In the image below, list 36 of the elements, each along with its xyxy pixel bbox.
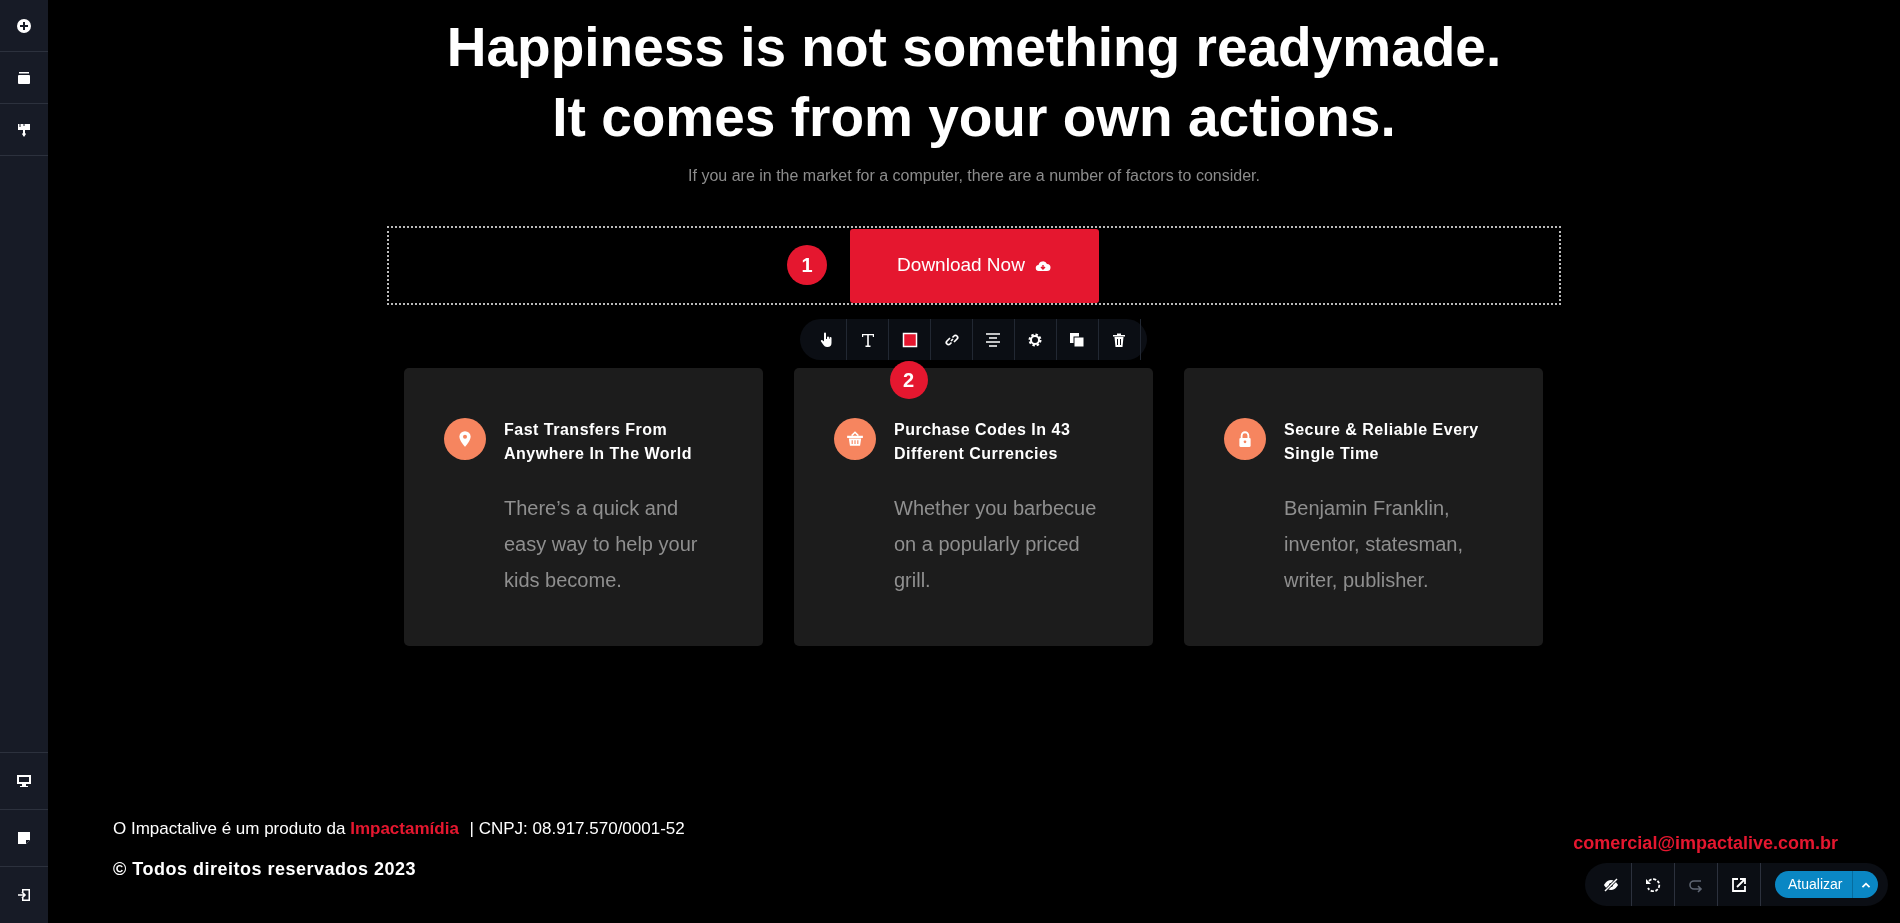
cloud-download-icon — [1034, 258, 1051, 273]
update-button[interactable]: Atualizar — [1775, 871, 1879, 898]
download-button[interactable]: Download Now — [849, 228, 1099, 303]
eye-slash-icon — [1603, 876, 1619, 893]
feature-title: Purchase Codes In 43 Different Currencies — [894, 420, 1072, 464]
external-link-icon — [1731, 876, 1747, 893]
feature-description: There’s a quick and easy way to help your kids become. — [504, 496, 699, 593]
align-center-icon — [985, 331, 1002, 348]
copyright-text: © Todos direitos reservados 2023 — [113, 857, 418, 881]
plus-circle-icon — [16, 17, 32, 34]
step-badge: 1 — [787, 245, 827, 285]
feature-title: Fast Transfers From Anywhere In The World — [504, 420, 693, 464]
monitor-icon — [16, 773, 32, 789]
feature-description: Whether you barbecue on a popularly priced grill. — [894, 496, 1098, 593]
email-address: comercial@impactalive.com.br — [1573, 832, 1838, 855]
map-pin-icon — [456, 430, 474, 448]
note-icon — [16, 830, 32, 846]
copy-icon — [1069, 331, 1086, 348]
heading-line: Happiness is not something readymade. — [445, 15, 1503, 80]
gear-icon — [1027, 331, 1044, 348]
logout-icon — [16, 887, 32, 903]
color-swatch-icon — [901, 331, 918, 348]
subtitle: If you are in the market for a computer, there are a number of factors to consider. — [687, 166, 1261, 186]
heading-line: It comes from your own actions. — [551, 85, 1397, 150]
caret-up-icon — [1860, 880, 1871, 889]
feature-description: Benjamin Franklin, inventor, statesman, writer, publisher. — [1284, 496, 1464, 593]
paint-brush-icon — [16, 121, 32, 138]
undo-icon — [1645, 876, 1661, 893]
layers-icon — [16, 69, 32, 86]
trash-icon — [1111, 331, 1128, 348]
feature-title: Secure & Reliable Every Single Time — [1284, 420, 1480, 464]
text-icon — [859, 331, 876, 348]
footer-text: O Impactalive é um produto da Impactamídia | CNPJ: 08.917.570/0001-52 — [113, 818, 685, 840]
padlock-icon — [1236, 430, 1254, 448]
company-link[interactable]: Impactamídia — [350, 819, 459, 838]
basket-icon — [846, 430, 864, 448]
